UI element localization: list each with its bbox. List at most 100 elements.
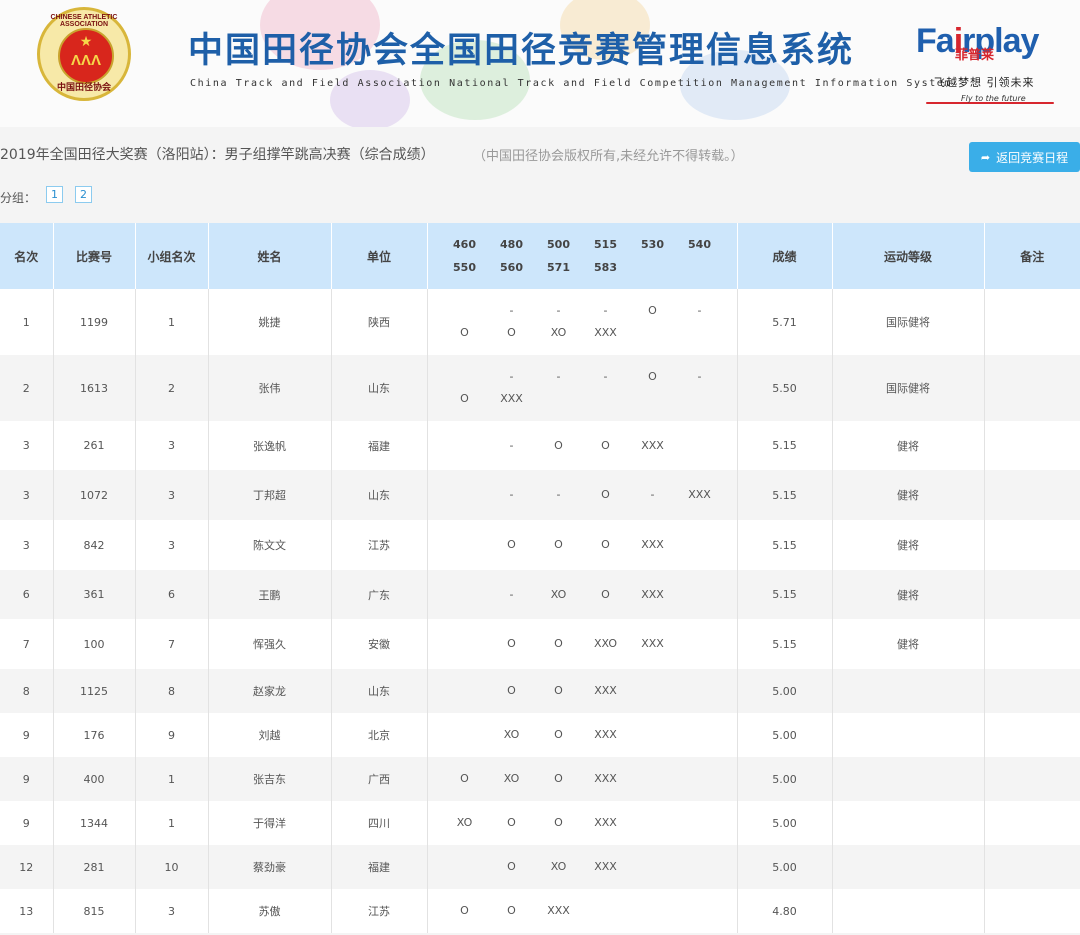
cell-rank: 2 (0, 355, 53, 421)
cell-unit: 江苏 (330, 520, 427, 570)
cell-rank: 9 (0, 801, 53, 845)
sponsor-slogan: 飞越梦想 引领未来 (934, 76, 1035, 89)
attempt-mark: O (507, 816, 516, 829)
attempt-mark: - (556, 370, 561, 383)
attempt-mark: XO (550, 587, 567, 601)
table-row: 3 261 3 张逸帆 福建 - O O XXX 5.15 健将 (0, 421, 1080, 470)
attempt-mark: - (697, 304, 702, 317)
col-unit: 单位 (330, 223, 427, 289)
attempt-mark (676, 684, 723, 698)
attempt-mark (676, 728, 723, 742)
cell-grade (831, 757, 984, 801)
group-button-1[interactable]: 1 (46, 186, 63, 203)
attempts-grid: XO O O XXX (428, 816, 737, 830)
cell-group-rank: 10 (134, 845, 208, 889)
star-icon: ★ (79, 34, 93, 50)
attempt-mark: XXX (641, 538, 664, 551)
sponsor-slogan-en: Fly to the future (961, 94, 1026, 103)
cell-bib: 176 (52, 713, 135, 757)
attempt-mark (676, 588, 723, 602)
cell-unit: 山东 (330, 355, 427, 421)
cell-rank: 3 (0, 470, 53, 520)
cell-unit: 山东 (330, 470, 427, 520)
cell-name: 苏傲 (207, 889, 331, 933)
attempt-mark: - (509, 438, 514, 452)
cell-unit: 北京 (330, 713, 427, 757)
group-label: 分组： (0, 191, 37, 205)
attempt-mark: XXX (594, 326, 617, 339)
attempt-mark: XXX (641, 587, 664, 601)
attempt-mark: - (509, 488, 514, 501)
cell-bib: 815 (52, 889, 135, 933)
attempt-mark (676, 860, 723, 874)
attempt-mark (629, 860, 676, 874)
cell-attempts: - - O - XXX (426, 470, 737, 520)
cell-unit: 安徽 (330, 619, 427, 669)
cell-grade: 健将 (831, 470, 984, 520)
attempt-mark: O (507, 538, 516, 551)
height-label: 480 (500, 238, 523, 251)
cell-group-rank: 6 (134, 570, 208, 619)
attempt-mark (441, 370, 488, 384)
cell-grade (831, 713, 984, 757)
cell-attempts: O XO XXX (426, 845, 737, 889)
back-to-schedule-button[interactable]: ➦ 返回竞赛日程 (969, 142, 1080, 172)
cell-group-rank: 3 (134, 889, 208, 933)
cell-unit: 山东 (330, 669, 427, 713)
cell-result: 5.15 (736, 520, 832, 570)
cell-group-rank: 1 (134, 801, 208, 845)
cell-attempts: - - - O - O XXX (426, 355, 737, 421)
height-label (629, 261, 676, 274)
attempt-mark: XXX (594, 860, 617, 873)
attempt-mark: XO (550, 860, 567, 873)
cell-result: 5.00 (736, 801, 832, 845)
cell-attempts: O O O XXX (426, 520, 737, 570)
table-row: 3 842 3 陈文文 江苏 O O O XXX 5.15 健将 (0, 520, 1080, 570)
cell-grade (831, 889, 984, 933)
cell-attempts: - - - O - O O XO XXX (426, 289, 737, 355)
height-label: 583 (594, 261, 617, 274)
attempts-grid: O O XXO XXX (428, 637, 737, 651)
table-header-row: 名次 比赛号 小组名次 姓名 单位 460 480 500 515 530 540 550 5… (0, 223, 1080, 289)
attempts-grid: XO O XXX (428, 728, 737, 742)
page-title: 2019年全国田径大奖赛（洛阳站）：男子组撑竿跳高决赛（综合成绩） (0, 147, 435, 163)
emblem-mark: ΛΛΛ (70, 52, 101, 69)
cell-bib: 261 (52, 421, 135, 470)
cell-group-rank: 1 (134, 757, 208, 801)
cell-grade: 国际健将 (831, 355, 984, 421)
table-row: 3 1072 3 丁邦超 山东 - - O - XXX 5.15 健将 (0, 470, 1080, 520)
cell-name: 张吉东 (207, 757, 331, 801)
attempt-mark: - (509, 304, 514, 317)
cell-group-rank: 2 (134, 355, 208, 421)
attempt-mark (441, 860, 488, 874)
cell-bib: 1344 (52, 801, 135, 845)
cell-name: 王鹏 (207, 570, 331, 619)
cell-bib: 100 (52, 619, 135, 669)
attempt-mark (441, 637, 488, 651)
cell-group-rank: 1 (134, 289, 208, 355)
attempt-mark: O (554, 772, 563, 785)
cell-bib: 1072 (52, 470, 135, 520)
cell-result: 5.00 (736, 845, 832, 889)
attempt-mark: - (556, 304, 561, 317)
cell-note (983, 289, 1080, 355)
cell-name: 张伟 (207, 355, 331, 421)
attempt-mark: O (460, 392, 469, 405)
attempt-mark (676, 816, 723, 830)
heights-grid: 460 480 500 515 530 540 550 560 571 583 (428, 238, 737, 274)
cell-result: 5.00 (736, 669, 832, 713)
cell-unit: 广西 (330, 757, 427, 801)
cell-rank: 3 (0, 520, 53, 570)
cell-name: 恽强久 (207, 619, 331, 669)
attempt-mark (441, 439, 488, 453)
cell-attempts: - XO O XXX (426, 570, 737, 619)
attempts-grid: - - O - XXX (428, 488, 737, 502)
attempt-mark: O (601, 488, 610, 501)
cell-bib: 1199 (52, 289, 135, 355)
group-button-2[interactable]: 2 (75, 186, 92, 203)
attempt-mark: O (554, 728, 563, 741)
attempts-grid: O XO XXX (428, 860, 737, 874)
cell-note (983, 470, 1080, 520)
cell-note (983, 669, 1080, 713)
attempts-grid: - O O XXX (428, 439, 737, 453)
